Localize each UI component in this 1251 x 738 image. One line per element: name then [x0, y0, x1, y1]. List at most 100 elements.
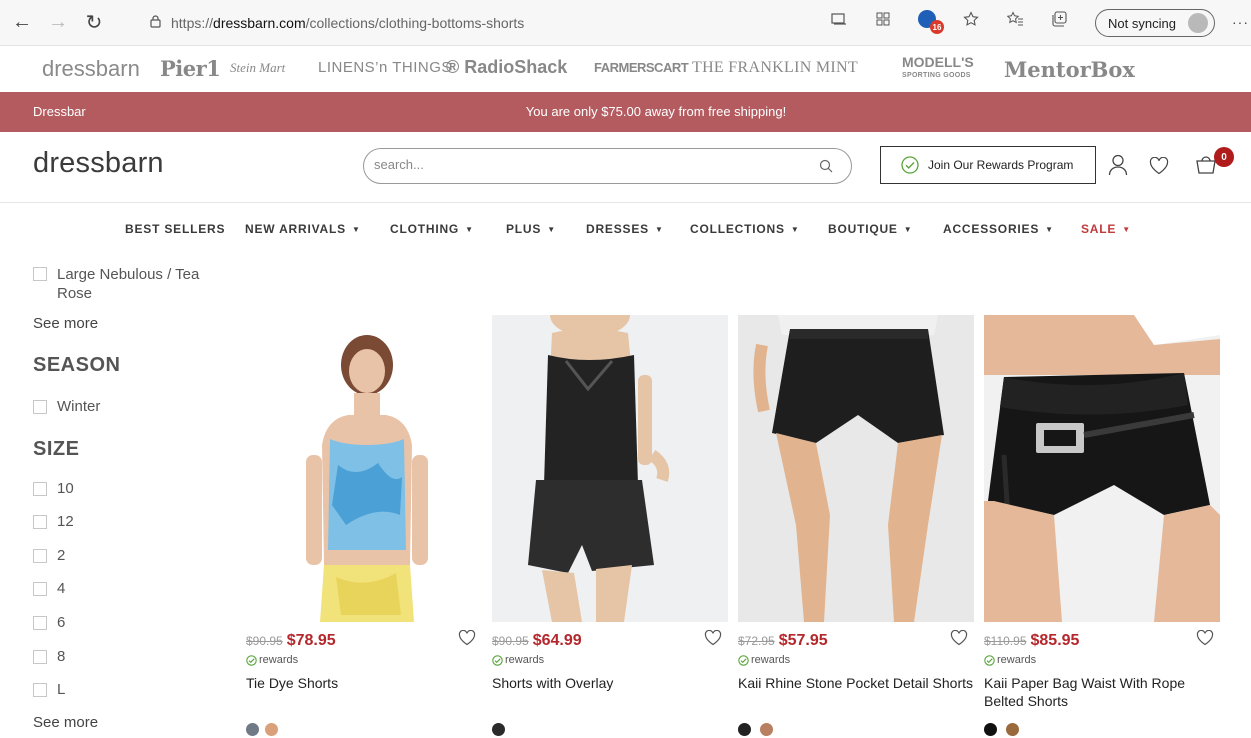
back-icon[interactable]: ← [8, 9, 36, 37]
nav-clothing[interactable]: CLOTHING ▼ [390, 222, 474, 236]
product-image[interactable] [492, 315, 728, 622]
filter-option-color[interactable]: Large Nebulous / Tea Rose [33, 265, 203, 303]
site-logo[interactable]: dressbarn [33, 147, 164, 180]
filter-option-size-8[interactable]: 8 [33, 648, 65, 665]
nav-sale[interactable]: SALE ▼ [1081, 222, 1131, 236]
join-rewards-button[interactable]: Join Our Rewards Program [880, 146, 1096, 184]
checkbox[interactable] [33, 650, 47, 664]
brand-farmerscart[interactable]: FARMERSCART [594, 60, 689, 75]
brand-franklin-mint[interactable]: THE FRANKLIN MINT [692, 59, 858, 77]
filter-option-label: 8 [57, 648, 66, 665]
checkbox[interactable] [33, 582, 47, 596]
product-name[interactable]: Kaii Paper Bag Waist With Rope Belted Sh… [984, 674, 1224, 710]
see-more-link[interactable]: See more [33, 714, 98, 731]
filter-option-size-10[interactable]: 10 [33, 480, 74, 497]
nav-dresses[interactable]: DRESSES ▼ [586, 222, 664, 236]
brand-modells-name: MODELL'S [902, 54, 974, 70]
brand-pier1[interactable]: Pier1 [160, 56, 221, 81]
filter-option-size-6[interactable]: 6 [33, 614, 65, 631]
color-swatch[interactable] [265, 723, 278, 736]
filter-option-label: 10 [57, 480, 74, 497]
product-image[interactable] [246, 315, 482, 622]
color-swatch[interactable] [492, 723, 505, 736]
nav-accessories[interactable]: ACCESSORIES ▼ [943, 222, 1054, 236]
sale-price: $57.95 [778, 632, 828, 649]
color-swatch[interactable] [738, 723, 751, 736]
caret-down-icon: ▼ [654, 225, 664, 234]
app-grid-icon[interactable] [872, 8, 894, 30]
nav-label: BEST SELLERS [125, 222, 226, 236]
checkbox[interactable] [33, 400, 47, 414]
filter-option-winter[interactable]: Winter [33, 398, 100, 415]
brand-mentorbox[interactable]: MentorBox [1004, 57, 1135, 82]
nav-boutique[interactable]: BOUTIQUE ▼ [828, 222, 912, 236]
favorite-add-icon[interactable] [960, 8, 982, 30]
read-aloud-icon[interactable] [828, 8, 850, 30]
nav-new-arrivals[interactable]: NEW ARRIVALS ▼ [245, 222, 361, 236]
checkbox[interactable] [33, 616, 47, 630]
filter-option-size-4[interactable]: 4 [33, 580, 65, 597]
nav-plus[interactable]: PLUS ▼ [506, 222, 556, 236]
filter-option-size-l[interactable]: L [33, 681, 65, 698]
color-swatch[interactable] [246, 723, 259, 736]
add-to-wishlist-icon[interactable] [458, 630, 476, 646]
sale-price: $64.99 [532, 632, 582, 649]
checkbox[interactable] [33, 267, 47, 281]
search-icon[interactable] [819, 159, 833, 173]
account-icon[interactable] [1108, 154, 1128, 176]
address-bar[interactable]: https://dressbarn.com/collections/clothi… [150, 8, 820, 38]
product-name[interactable]: Tie Dye Shorts [246, 674, 486, 692]
rewards-label: rewards [751, 654, 791, 666]
extension-icon[interactable]: 16 [916, 8, 944, 34]
filter-option-size-12[interactable]: 12 [33, 513, 74, 530]
checkbox[interactable] [33, 515, 47, 529]
checkbox[interactable] [33, 683, 47, 697]
color-swatch[interactable] [1006, 723, 1019, 736]
product-image[interactable] [738, 315, 974, 622]
refresh-icon[interactable]: ↻ [80, 9, 108, 37]
search-input[interactable] [374, 157, 774, 172]
caret-down-icon: ▼ [465, 225, 474, 234]
filter-option-label: 12 [57, 513, 74, 530]
brand-stein-mart[interactable]: Stein Mart [230, 60, 285, 76]
favorites-icon[interactable] [1004, 8, 1026, 30]
collections-icon[interactable] [1048, 8, 1070, 30]
caret-down-icon: ▼ [1122, 225, 1131, 234]
product-name[interactable]: Kaii Rhine Stone Pocket Detail Shorts [738, 674, 978, 692]
nav-best-sellers[interactable]: BEST SELLERS [125, 222, 225, 236]
brand-linens-n-things[interactable]: LINENS’n THINGS [318, 59, 452, 76]
rewards-tag: rewards [738, 654, 790, 666]
caret-down-icon: ▼ [790, 225, 800, 234]
add-to-wishlist-icon[interactable] [950, 630, 968, 646]
product-image[interactable] [984, 315, 1220, 622]
main-nav: BEST SELLERS NEW ARRIVALS ▼ CLOTHING ▼ PLU… [0, 222, 1251, 240]
cart-count-badge: 0 [1214, 147, 1234, 167]
filter-option-label: 2 [57, 547, 66, 564]
more-options-icon[interactable]: ··· [1232, 14, 1249, 30]
add-to-wishlist-icon[interactable] [704, 630, 722, 646]
lock-icon [150, 15, 161, 31]
profile-avatar [1188, 13, 1208, 33]
rewards-tag: rewards [246, 654, 298, 666]
brand-modells[interactable]: MODELL'S SPORTING GOODS [902, 55, 974, 83]
color-swatch[interactable] [984, 723, 997, 736]
brand-radioshack[interactable]: ® RadioShack [446, 57, 567, 78]
wishlist-icon[interactable] [1149, 157, 1169, 175]
url-prefix: https:// [171, 15, 214, 31]
original-price: $90.95 [492, 634, 529, 648]
forward-icon[interactable]: → [44, 9, 72, 37]
color-swatch[interactable] [760, 723, 773, 736]
sync-button[interactable]: Not syncing [1095, 9, 1215, 37]
nav-label: CLOTHING [390, 222, 460, 236]
nav-collections[interactable]: COLLECTIONS ▼ [690, 222, 800, 236]
checkbox[interactable] [33, 549, 47, 563]
caret-down-icon: ▼ [547, 225, 556, 234]
add-to-wishlist-icon[interactable] [1196, 630, 1214, 646]
checkbox[interactable] [33, 482, 47, 496]
filter-option-size-2[interactable]: 2 [33, 547, 65, 564]
see-more-link[interactable]: See more [33, 315, 98, 332]
product-name[interactable]: Shorts with Overlay [492, 674, 732, 692]
brand-dressbarn[interactable]: dressbarn [42, 56, 140, 82]
sale-price: $85.95 [1030, 632, 1080, 649]
rewards-check-icon [246, 654, 257, 666]
